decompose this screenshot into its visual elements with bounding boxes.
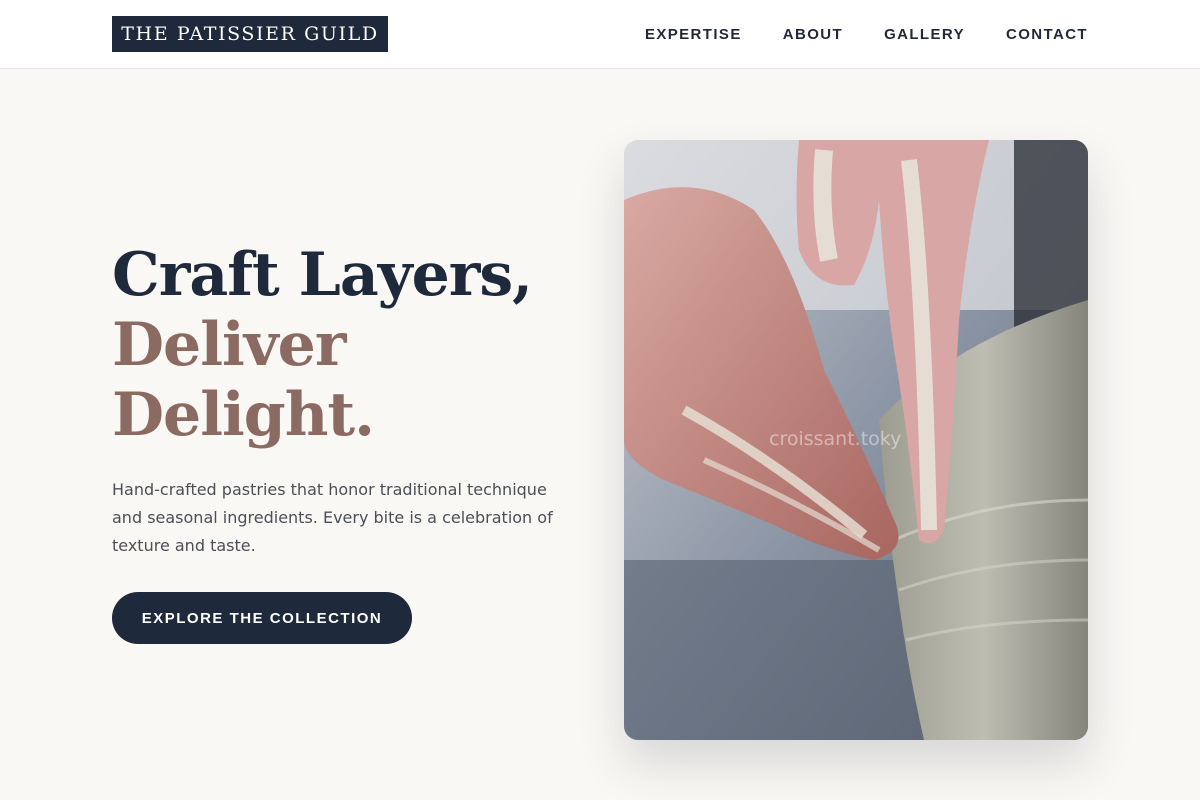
- explore-collection-button[interactable]: EXPLORE THE COLLECTION: [112, 592, 412, 644]
- nav-item-about[interactable]: ABOUT: [783, 26, 843, 43]
- image-watermark: croissant.toky: [769, 428, 902, 450]
- nav-item-contact[interactable]: CONTACT: [1006, 26, 1088, 43]
- hero-image: croissant.toky: [624, 140, 1088, 740]
- nav-item-expertise[interactable]: EXPERTISE: [645, 26, 742, 43]
- main-nav: EXPERTISE ABOUT GALLERY CONTACT: [645, 0, 1088, 68]
- headline-line-1: Craft Layers,: [112, 240, 533, 310]
- site-header: THE PATISSIER GUILD EXPERTISE ABOUT GALL…: [0, 0, 1200, 69]
- hero-description: Hand-crafted pastries that honor traditi…: [112, 480, 553, 555]
- hero-headline: Craft Layers, Deliver Delight.: [112, 240, 592, 450]
- headline-line-2: Deliver: [112, 310, 346, 380]
- headline-line-3: Delight.: [112, 380, 375, 450]
- nav-item-gallery[interactable]: GALLERY: [884, 26, 965, 43]
- brand-logo[interactable]: THE PATISSIER GUILD: [112, 16, 388, 52]
